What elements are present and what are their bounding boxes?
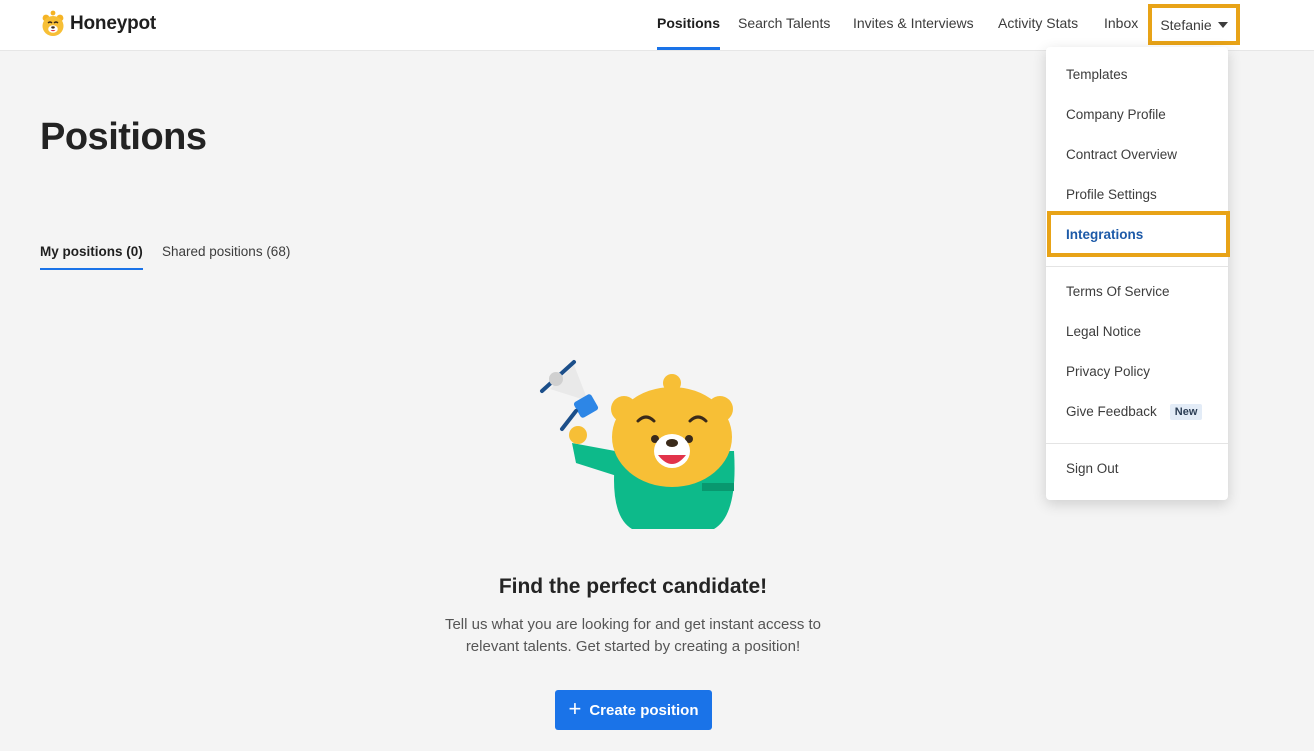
top-navigation-bar: Honeypot Positions Search Talents Invite… xyxy=(0,0,1314,50)
menu-item-templates[interactable]: Templates xyxy=(1066,67,1128,82)
create-position-label: Create position xyxy=(589,701,699,719)
user-name: Stefanie xyxy=(1160,16,1212,33)
menu-divider xyxy=(1046,266,1228,267)
nav-search-talents[interactable]: Search Talents xyxy=(738,0,830,50)
plus-icon: + xyxy=(568,696,582,721)
logo[interactable]: Honeypot xyxy=(40,10,156,38)
new-badge: New xyxy=(1169,404,1203,420)
menu-item-integrations[interactable]: Integrations xyxy=(1066,227,1143,242)
menu-item-profile-settings[interactable]: Profile Settings xyxy=(1066,187,1157,202)
chevron-down-icon xyxy=(1217,21,1228,28)
create-position-button[interactable]: + Create position xyxy=(555,690,712,730)
menu-item-sign-out[interactable]: Sign Out xyxy=(1066,461,1119,476)
bear-megaphone-illustration xyxy=(540,360,735,529)
tab-shared-positions[interactable]: Shared positions (68) xyxy=(162,244,290,268)
tab-my-positions[interactable]: My positions (0) xyxy=(40,244,143,270)
menu-item-give-feedback-label: Give Feedback xyxy=(1066,404,1157,419)
nav-activity-stats[interactable]: Activity Stats xyxy=(998,0,1078,50)
page-title: Positions xyxy=(40,116,207,158)
menu-item-privacy-policy[interactable]: Privacy Policy xyxy=(1066,364,1150,379)
empty-state-title: Find the perfect candidate! xyxy=(498,575,768,598)
menu-item-legal-notice[interactable]: Legal Notice xyxy=(1066,324,1141,339)
user-menu-button[interactable]: Stefanie xyxy=(1148,4,1240,45)
menu-item-terms-of-service[interactable]: Terms Of Service xyxy=(1066,284,1170,299)
nav-inbox[interactable]: Inbox xyxy=(1104,0,1138,50)
brand-name: Honeypot xyxy=(70,13,157,34)
empty-state-description: Tell us what you are looking for and get… xyxy=(444,616,822,655)
menu-item-company-profile[interactable]: Company Profile xyxy=(1066,107,1166,122)
nav-invites-interviews[interactable]: Invites & Interviews xyxy=(853,0,974,50)
nav-positions[interactable]: Positions xyxy=(657,0,721,50)
menu-item-give-feedback[interactable]: Give Feedback New xyxy=(1066,404,1203,420)
menu-item-contract-overview[interactable]: Contract Overview xyxy=(1066,147,1177,162)
user-dropdown-menu: Templates Company Profile Contract Overv… xyxy=(1046,47,1230,500)
bear-logo-icon xyxy=(42,10,64,36)
menu-divider xyxy=(1046,443,1228,444)
